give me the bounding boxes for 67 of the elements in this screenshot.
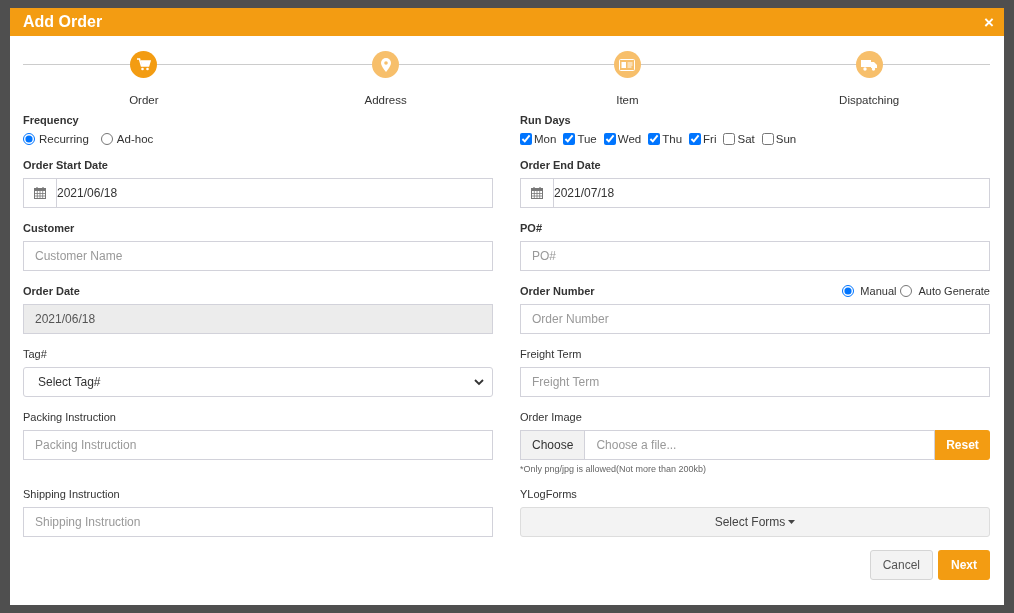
step-label: Item bbox=[616, 94, 639, 106]
cancel-button[interactable]: Cancel bbox=[869, 550, 933, 580]
field-label: Packing Instruction bbox=[23, 411, 116, 423]
field-label: Order Image bbox=[520, 411, 582, 423]
step-label: Address bbox=[364, 94, 407, 106]
checkbox[interactable] bbox=[723, 133, 736, 145]
help-text: *Only png/jpg is allowed(Not more than 200kb) bbox=[520, 464, 708, 474]
field-label: Freight Term bbox=[520, 348, 582, 360]
id-card-icon bbox=[619, 58, 636, 71]
truck-icon bbox=[861, 58, 878, 71]
radio-label: Manual bbox=[860, 285, 897, 297]
calendar-icon bbox=[531, 187, 543, 199]
field-label: Order End Date bbox=[520, 159, 601, 171]
radio-label: Recurring bbox=[39, 133, 89, 145]
select-field[interactable]: Select Tag# bbox=[23, 367, 493, 397]
dialog-title: Add Order bbox=[23, 13, 103, 31]
date-field[interactable]: 2021/06/18 bbox=[23, 178, 493, 208]
file-name-field[interactable]: Choose a file... bbox=[585, 431, 934, 459]
field-label: Order Date bbox=[23, 285, 80, 297]
checkbox[interactable] bbox=[648, 133, 661, 145]
field-label: Order Start Date bbox=[23, 159, 108, 171]
field-label: Customer bbox=[23, 222, 75, 234]
checkbox[interactable] bbox=[689, 133, 702, 145]
field-label: YLogForms bbox=[520, 488, 577, 500]
text-field[interactable]: Shipping Instruction bbox=[23, 507, 493, 537]
checkbox-label: Sat bbox=[737, 133, 755, 145]
radio-label: Auto Generate bbox=[918, 285, 990, 297]
step-marker[interactable] bbox=[855, 51, 883, 78]
text-field[interactable]: Packing Instruction bbox=[23, 430, 493, 460]
text-field[interactable]: Freight Term bbox=[520, 367, 990, 397]
cart-icon bbox=[136, 58, 151, 71]
step-marker[interactable] bbox=[130, 51, 158, 78]
field-label: Tag# bbox=[23, 348, 47, 360]
select-forms-button[interactable]: Select Forms bbox=[520, 507, 990, 537]
step-marker[interactable] bbox=[613, 51, 641, 78]
checkbox[interactable] bbox=[603, 133, 616, 145]
step-label: Order bbox=[129, 94, 159, 106]
checkbox-label: Mon bbox=[534, 133, 557, 145]
map-pin-icon bbox=[380, 57, 391, 72]
caret-icon bbox=[788, 520, 796, 524]
step-marker[interactable] bbox=[372, 51, 400, 78]
chevron-icon bbox=[474, 378, 484, 386]
field-label: PO# bbox=[520, 222, 542, 234]
checkbox-label: Thu bbox=[662, 133, 683, 145]
checkbox-label: Fri bbox=[703, 133, 717, 145]
radio-label: Ad-hoc bbox=[116, 133, 154, 145]
field-label: Frequency bbox=[23, 114, 79, 126]
choose-button[interactable]: Choose bbox=[520, 430, 585, 460]
checkbox-label: Wed bbox=[617, 133, 642, 145]
radio-button[interactable] bbox=[23, 133, 35, 145]
calendar-icon bbox=[34, 187, 46, 199]
radio-button[interactable] bbox=[842, 285, 855, 297]
radio-button[interactable] bbox=[900, 285, 913, 297]
checkbox-label: Sun bbox=[775, 133, 797, 145]
checkbox[interactable] bbox=[520, 133, 532, 145]
checkbox[interactable] bbox=[563, 133, 576, 145]
radio-button[interactable] bbox=[100, 133, 113, 145]
step-label: Dispatching bbox=[839, 94, 900, 106]
date-field[interactable]: 2021/07/18 bbox=[520, 178, 990, 208]
field-label: Order Number bbox=[520, 285, 595, 297]
text-field[interactable]: Customer Name bbox=[23, 241, 493, 271]
field-label: Shipping Instruction bbox=[23, 488, 120, 500]
checkbox[interactable] bbox=[761, 133, 774, 145]
field-label: Run Days bbox=[520, 114, 571, 126]
checkbox-label: Tue bbox=[577, 133, 597, 145]
text-field[interactable]: Order Number bbox=[520, 304, 990, 334]
text-field[interactable]: PO# bbox=[520, 241, 990, 271]
